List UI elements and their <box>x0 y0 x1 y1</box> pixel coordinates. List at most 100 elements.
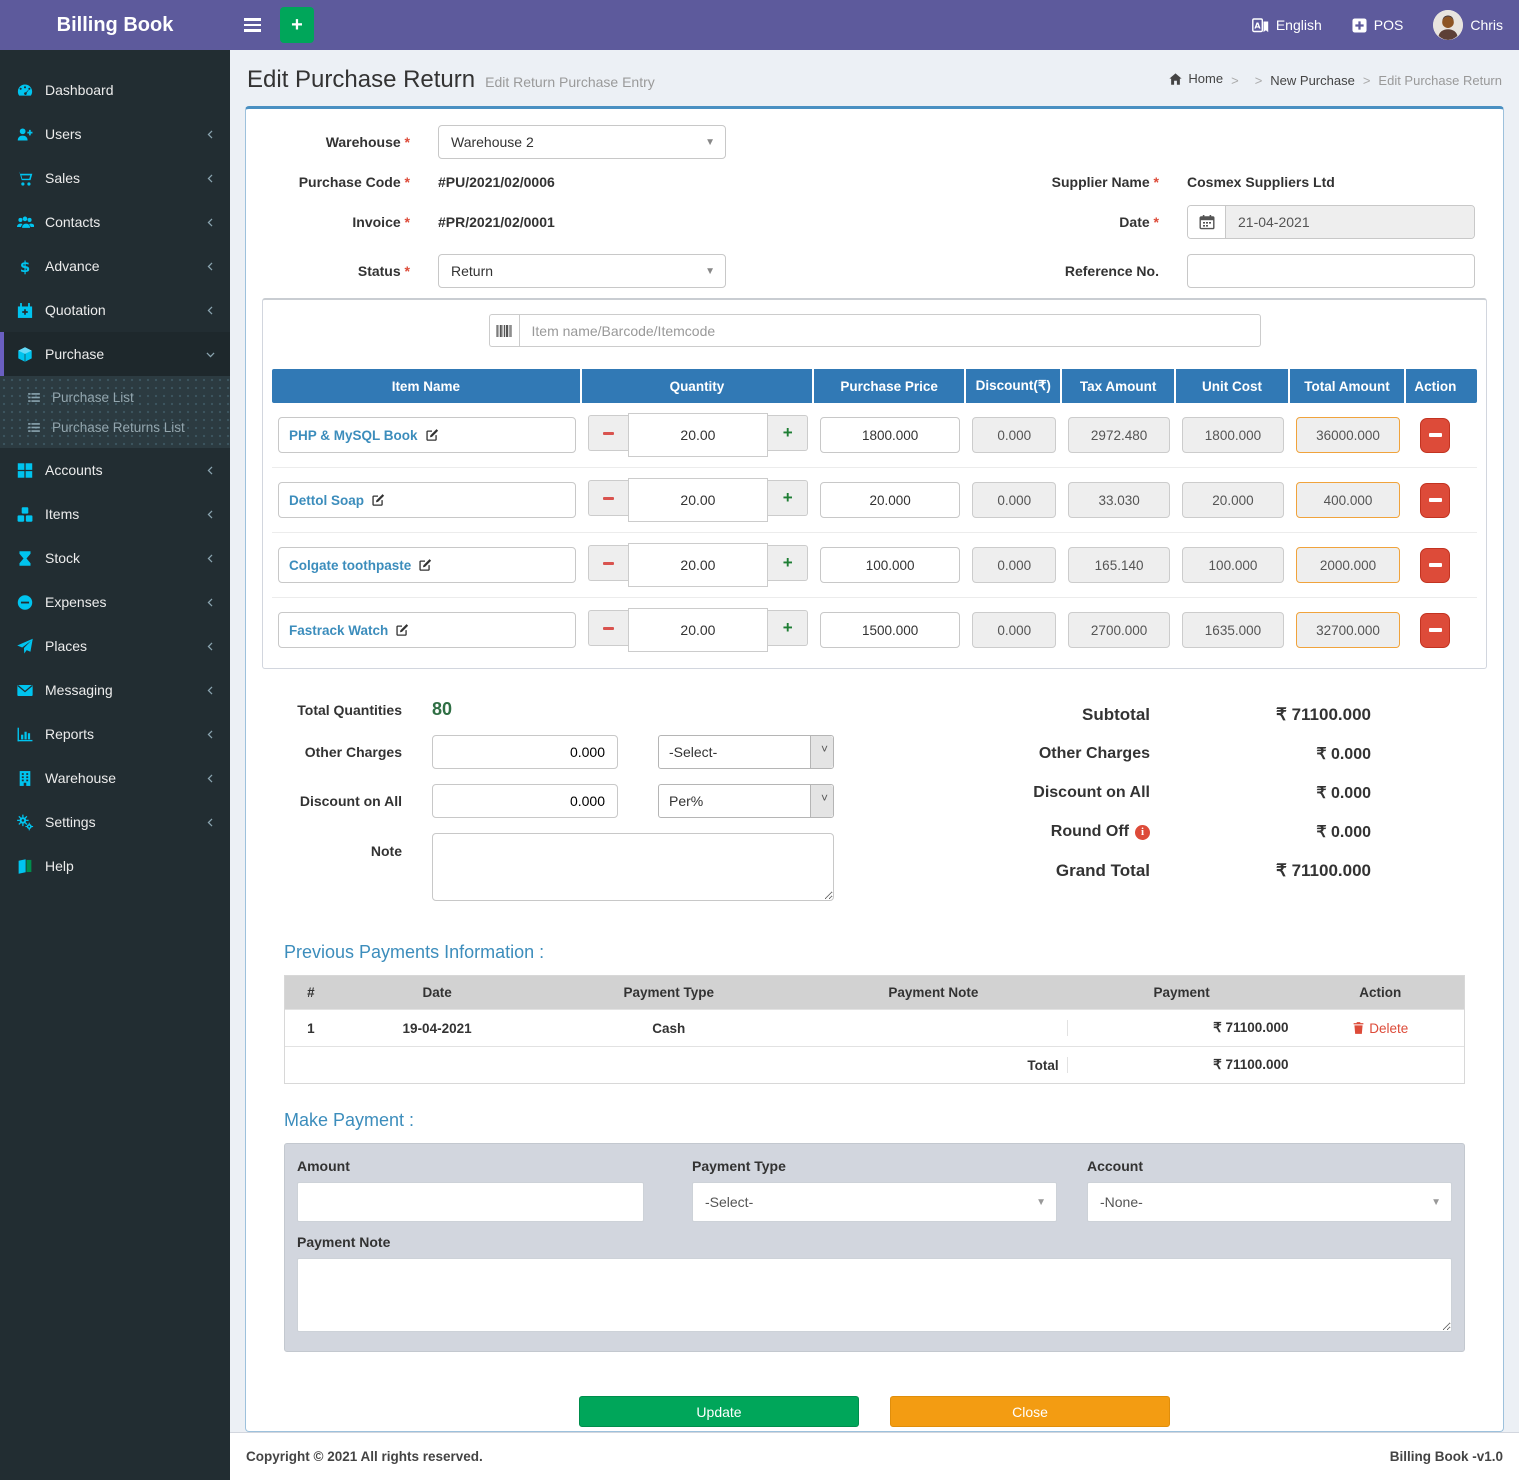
remove-item-button[interactable] <box>1420 483 1450 518</box>
sidebar-toggle-button[interactable] <box>230 0 274 50</box>
sidebar-item-quotation[interactable]: Quotation <box>0 288 230 332</box>
tax-amount-value: 165.140 <box>1068 547 1169 583</box>
user-menu[interactable]: Chris <box>1433 10 1503 40</box>
quantity-decrease-button[interactable] <box>588 610 628 646</box>
payment-note-textarea[interactable] <box>297 1258 1452 1332</box>
quantity-decrease-button[interactable] <box>588 415 628 451</box>
edit-icon[interactable] <box>395 623 409 637</box>
boxes-icon <box>16 506 34 523</box>
edit-icon[interactable] <box>371 493 385 507</box>
other-charges-input[interactable] <box>432 735 618 769</box>
sidebar-item-warehouse[interactable]: Warehouse <box>0 756 230 800</box>
sidebar-item-messaging[interactable]: Messaging <box>0 668 230 712</box>
sidebar-item-contacts[interactable]: Contacts <box>0 200 230 244</box>
pos-plus-icon <box>1352 18 1367 33</box>
previous-payments-table: # Date Payment Type Payment Note Payment… <box>284 975 1465 1084</box>
warehouse-select[interactable]: Warehouse 2 ▼ <box>438 125 726 159</box>
note-label: Note <box>262 833 432 859</box>
sidebar-item-help[interactable]: Help <box>0 844 230 888</box>
item-name-link[interactable]: PHP & MySQL Book <box>289 428 418 443</box>
remove-item-button[interactable] <box>1420 418 1450 453</box>
breadcrumb-new-purchase[interactable]: New Purchase <box>1270 73 1355 88</box>
total-amount-value: 400.000 <box>1296 482 1400 518</box>
brand-logo[interactable]: Billing Book <box>0 0 230 50</box>
tax-amount-value: 2700.000 <box>1068 612 1169 648</box>
close-button[interactable]: Close <box>890 1396 1170 1427</box>
sidebar-item-sales[interactable]: Sales <box>0 156 230 200</box>
purchase-price-input[interactable] <box>820 482 960 518</box>
items-table-header: Item Name Quantity Purchase Price Discou… <box>272 369 1477 403</box>
amount-input[interactable] <box>297 1182 644 1222</box>
chevron-left-icon <box>205 465 216 476</box>
chevron-left-icon <box>205 261 216 272</box>
chevron-down-icon: ˅ <box>821 791 828 805</box>
note-textarea[interactable] <box>432 833 834 901</box>
quantity-increase-button[interactable]: + <box>768 415 808 451</box>
update-button[interactable]: Update <box>579 1396 859 1427</box>
totals-left: Total Quantities 80 Other Charges -Selec… <box>262 699 960 916</box>
sidebar-item-users[interactable]: Users <box>0 112 230 156</box>
tax-amount-value: 2972.480 <box>1068 417 1169 453</box>
purchase-price-input[interactable] <box>820 417 960 453</box>
total-quantities-value: 80 <box>432 699 452 720</box>
date-field[interactable]: 21-04-2021 <box>1187 205 1475 239</box>
language-menu[interactable]: A English <box>1252 17 1322 33</box>
sidebar-item-purchase-returns-list[interactable]: Purchase Returns List <box>0 412 230 442</box>
pos-menu[interactable]: POS <box>1352 17 1404 33</box>
sidebar-item-settings[interactable]: Settings <box>0 800 230 844</box>
quantity-increase-button[interactable]: + <box>768 480 808 516</box>
remove-item-button[interactable] <box>1420 613 1450 648</box>
quantity-input[interactable] <box>628 478 769 522</box>
sidebar-item-reports[interactable]: Reports <box>0 712 230 756</box>
discount-type-select[interactable]: Per% ˅ <box>658 784 834 818</box>
item-name-link[interactable]: Dettol Soap <box>289 493 364 508</box>
language-icon: A <box>1252 18 1269 33</box>
payment-number: 1 <box>285 1021 337 1036</box>
delete-payment-button[interactable]: Delete <box>1352 1021 1408 1036</box>
item-name-link[interactable]: Colgate toothpaste <box>289 558 411 573</box>
invoice-label: Invoice <box>262 214 438 230</box>
quantity-input[interactable] <box>628 413 769 457</box>
items-panel: Item Name Quantity Purchase Price Discou… <box>262 298 1487 669</box>
sidebar-item-dashboard[interactable]: Dashboard <box>0 68 230 112</box>
payment-type-select[interactable]: -Select- ▼ <box>692 1182 1057 1222</box>
sidebar-item-expenses[interactable]: Expenses <box>0 580 230 624</box>
status-select[interactable]: Return ▼ <box>438 254 726 288</box>
copyright-text: Copyright © 2021 All rights reserved. <box>246 1449 483 1464</box>
discount-on-all-input[interactable] <box>432 784 618 818</box>
quantity-decrease-button[interactable] <box>588 480 628 516</box>
quantity-increase-button[interactable]: + <box>768 545 808 581</box>
breadcrumb-home[interactable]: Home <box>1168 71 1223 89</box>
remove-item-button[interactable] <box>1420 548 1450 583</box>
quick-add-button[interactable]: + <box>280 7 314 43</box>
other-charges-select[interactable]: -Select- ˅ <box>658 735 834 769</box>
sidebar-item-purchase[interactable]: Purchase <box>0 332 230 376</box>
edit-icon[interactable] <box>418 558 432 572</box>
sidebar-item-purchase-list[interactable]: Purchase List <box>0 382 230 412</box>
previous-payments-title: Previous Payments Information : <box>284 942 1481 963</box>
edit-icon[interactable] <box>425 428 439 442</box>
reference-no-input[interactable] <box>1187 254 1475 288</box>
item-name-link[interactable]: Fastrack Watch <box>289 623 388 638</box>
item-name-box: Colgate toothpaste <box>278 547 576 583</box>
item-search-input[interactable] <box>519 314 1261 347</box>
sidebar-item-accounts[interactable]: Accounts <box>0 448 230 492</box>
list-icon <box>26 421 42 434</box>
sidebar-item-stock[interactable]: Stock <box>0 536 230 580</box>
purchase-return-form: Warehouse Warehouse 2 ▼ Purchase Code #P… <box>262 125 1487 288</box>
quantity-input[interactable] <box>628 608 769 652</box>
discount-value: 0.000 <box>972 547 1056 583</box>
supplier-name-value: Cosmex Suppliers Ltd <box>1187 174 1487 190</box>
info-icon[interactable] <box>1135 825 1150 840</box>
warehouse-label: Warehouse <box>262 134 438 150</box>
discount-total-label: Discount on All <box>1033 784 1150 802</box>
quantity-input[interactable] <box>628 543 769 587</box>
sidebar-item-advance[interactable]: $Advance <box>0 244 230 288</box>
account-select[interactable]: -None- ▼ <box>1087 1182 1452 1222</box>
quantity-increase-button[interactable]: + <box>768 610 808 646</box>
purchase-price-input[interactable] <box>820 547 960 583</box>
purchase-price-input[interactable] <box>820 612 960 648</box>
sidebar-item-items[interactable]: Items <box>0 492 230 536</box>
quantity-decrease-button[interactable] <box>588 545 628 581</box>
sidebar-item-places[interactable]: Places <box>0 624 230 668</box>
